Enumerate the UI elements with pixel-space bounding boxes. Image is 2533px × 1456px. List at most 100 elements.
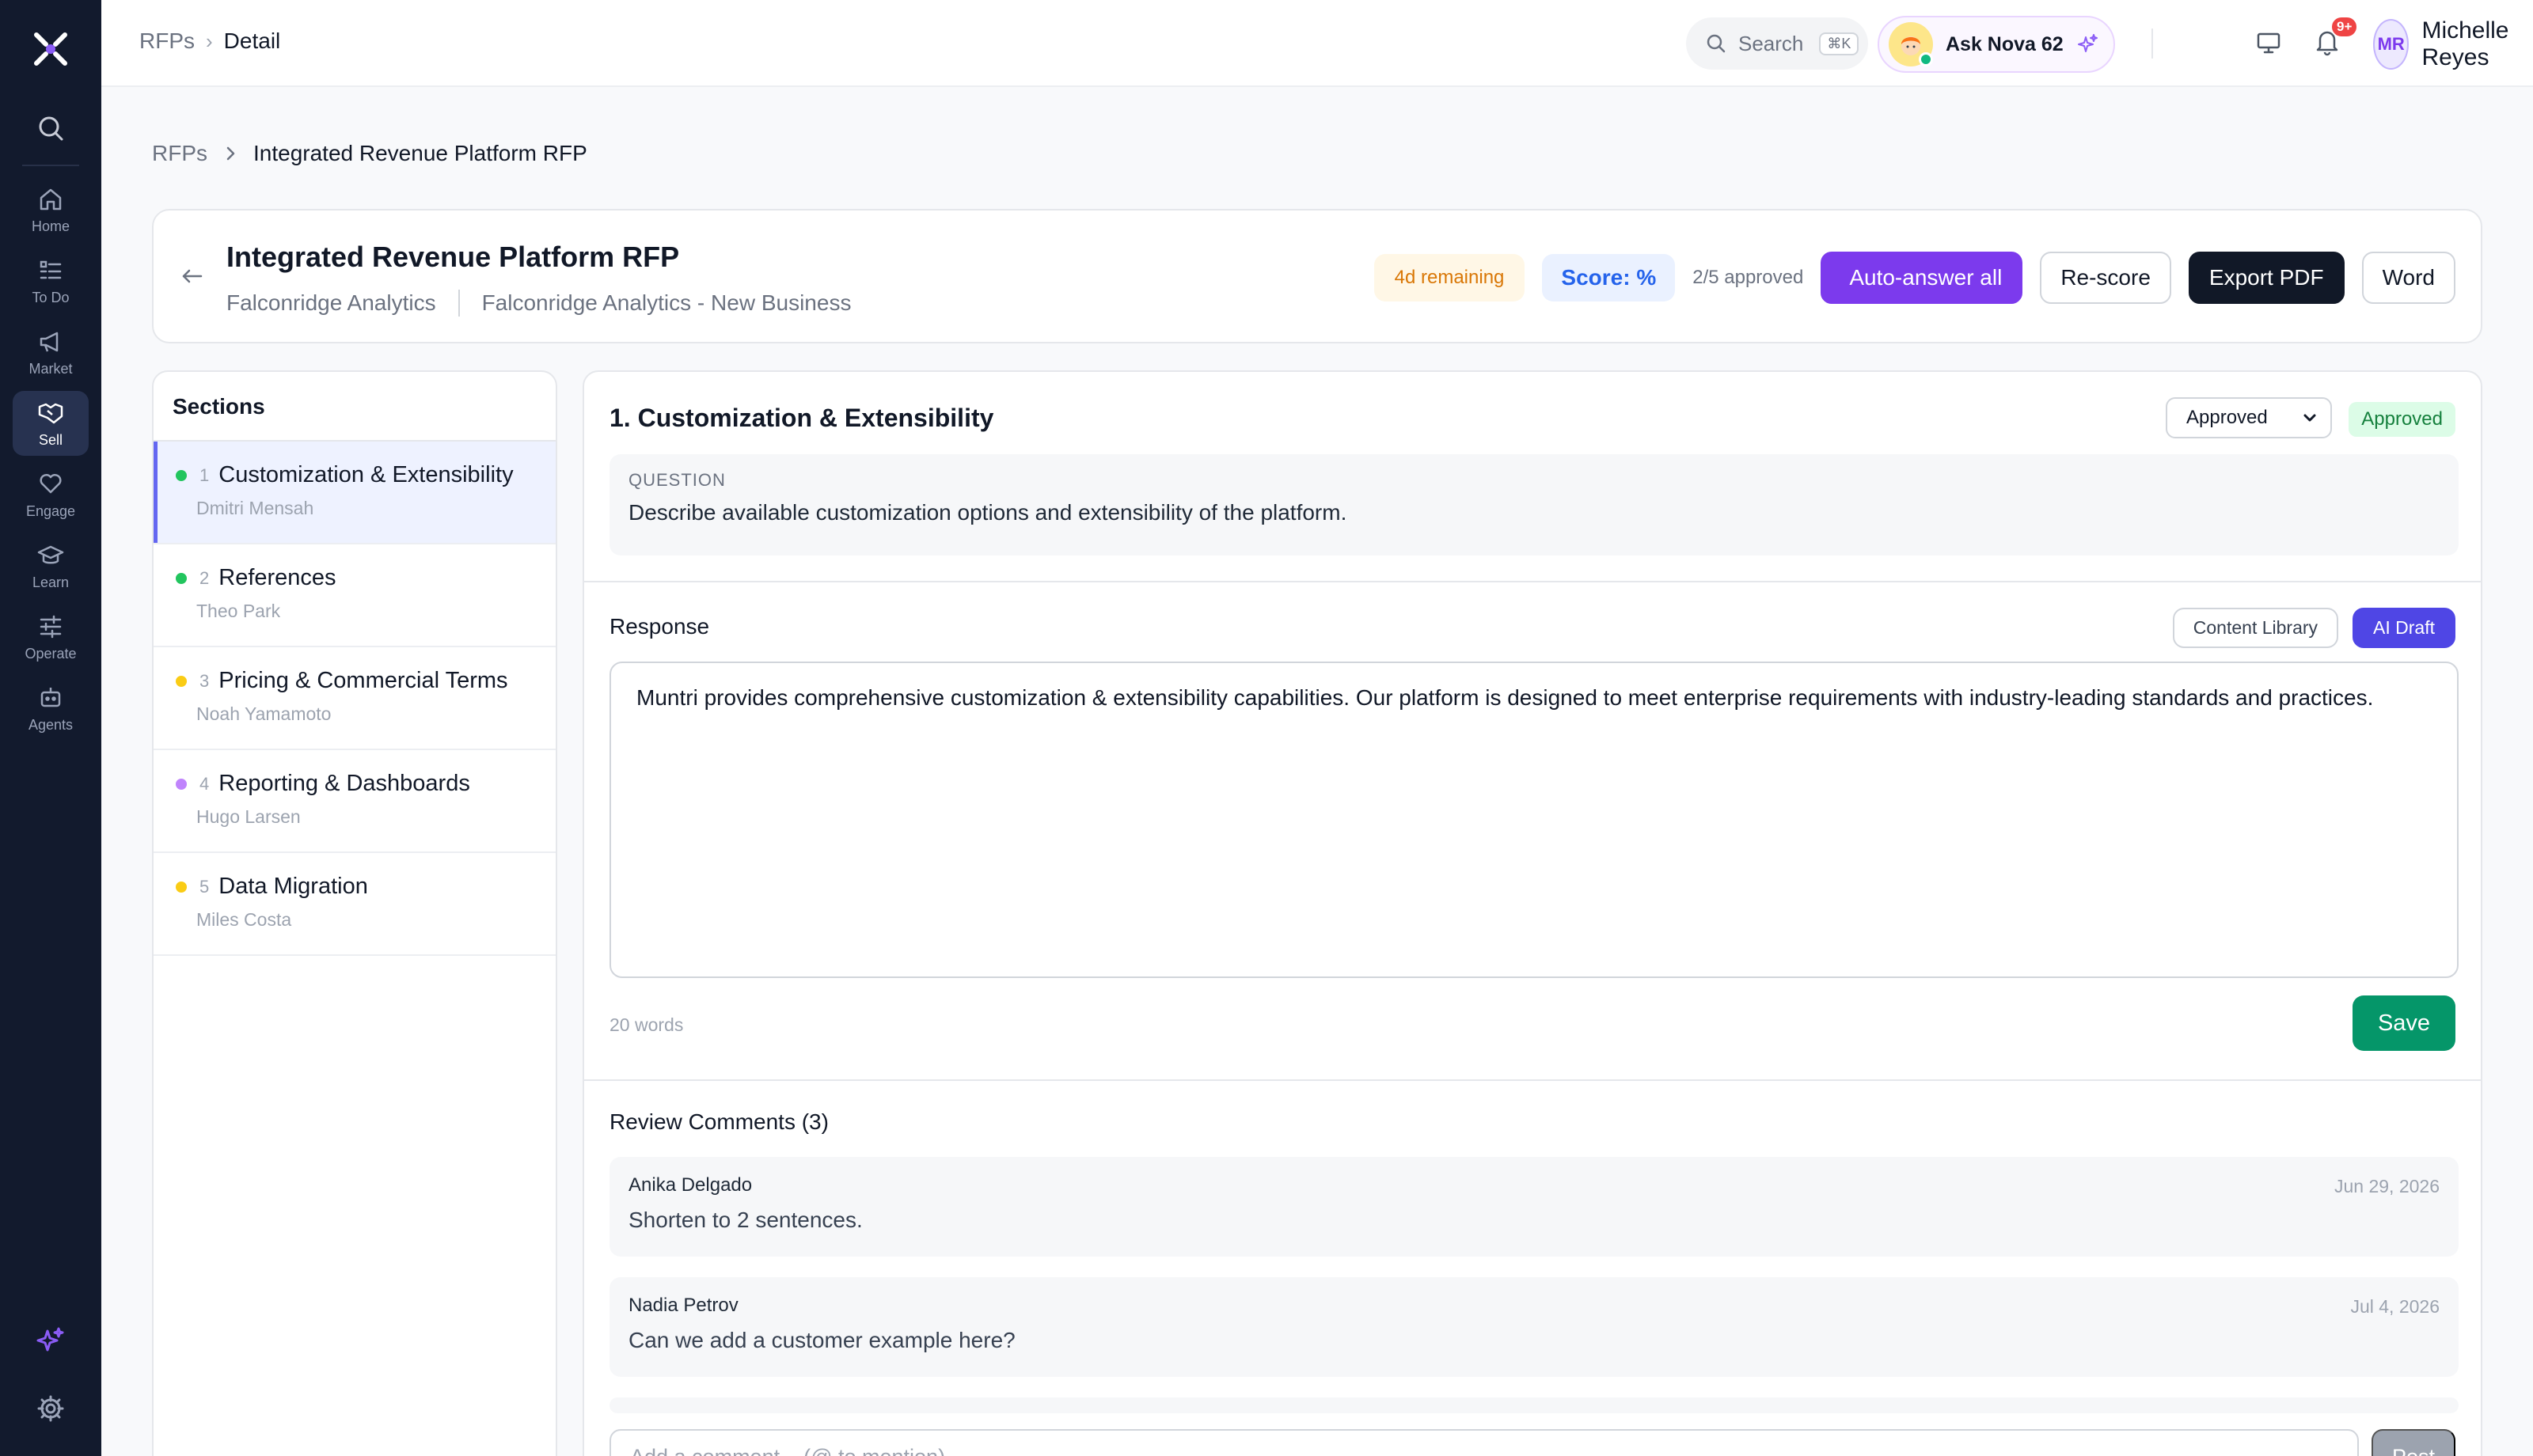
section-name: Data Migration [218,874,368,899]
section-detail-panel: 1. Customization & Extensibility Approve… [583,370,2482,1456]
chevron-right-icon: › [206,28,213,53]
sidebar-item-label: Home [31,218,70,234]
sidebar-bottom [35,1325,66,1424]
section-name: Reporting & Dashboards [218,771,470,796]
breadcrumb-parent[interactable]: RFPs [152,141,207,166]
sidebar-item-label: Agents [28,716,74,733]
sidebar-item-agents[interactable]: Agents [13,676,89,741]
rfp-header-card: Integrated Revenue Platform RFP Falconri… [152,209,2482,343]
opportunity-name[interactable]: Falconridge Analytics - New Business [482,290,852,316]
sidebar-item-operate[interactable]: Operate [13,605,89,669]
home-icon [40,188,62,210]
rescore-button[interactable]: Re-score [2040,252,2171,304]
section-status-dot [176,881,187,893]
comment-input[interactable]: Add a comment... (@ to mention) [610,1429,2359,1456]
section-status-dot [176,469,187,481]
sidebar-item-label: Operate [25,645,77,662]
auto-answer-all-button[interactable]: Auto-answer all [1821,252,2023,304]
sidebar-nav: Home To Do Market Sell Engage Learn Oper… [13,177,89,747]
question-text: Describe available customization options… [629,500,1347,525]
assistant-avatar [1889,22,1933,66]
sliders-icon [40,615,62,638]
divider [584,1079,2481,1081]
section-item[interactable]: 4 Reporting & Dashboards Hugo Larsen [154,750,556,853]
comment-author: Anika Delgado [629,1174,753,1196]
breadcrumb-current: Integrated Revenue Platform RFP [253,141,587,165]
subtitle-divider [458,290,460,317]
ask-nova-label: Ask Nova 62 [1946,32,2064,55]
section-item[interactable]: 2 References Theo Park [154,544,556,647]
breadcrumb-parent[interactable]: RFPs [139,28,195,54]
word-count: 20 words [610,1014,684,1035]
gear-icon[interactable] [35,1393,66,1424]
section-owner: Hugo Larsen [196,806,301,827]
section-line: 4 Reporting & Dashboards [176,771,537,797]
avatar: MR [2373,19,2410,70]
question-label: QUESTION [629,470,726,490]
section-line: 3 Pricing & Commercial Terms [176,668,537,694]
comment-text: Can we add a customer example here? [629,1328,1016,1352]
sections-title: Sections [154,372,556,442]
list-icon [40,260,62,279]
auto-answer-all-label: Auto-answer all [1849,265,2003,290]
sidebar-item-learn[interactable]: Learn [13,533,89,598]
sparkles-icon [2077,34,2098,52]
section-title: 1. Customization & Extensibility [610,404,994,432]
rfp-subtitle: Falconridge Analytics Falconridge Analyt… [226,290,851,317]
export-word-button[interactable]: Word [2361,252,2455,304]
robot-icon [40,687,61,707]
sidebar-item-sell[interactable]: Sell [13,391,89,456]
comment-author: Nadia Petrov [629,1295,739,1316]
graduation-cap-icon [37,545,64,563]
comment-item: Nadia Petrov Jul 4, 2026 Can we add a cu… [610,1277,2459,1377]
search-icon[interactable] [35,112,66,144]
user-menu[interactable]: MR Michelle Reyes [2373,17,2533,71]
header-actions: 4d remaining Score: % 2/5 approved Auto-… [1373,252,2455,304]
comment-item-partial [610,1397,2459,1413]
score-badge: Score: % [1542,254,1676,301]
response-textarea[interactable]: Muntri provides comprehensive customizat… [610,662,2459,978]
user-name: Michelle Reyes [2421,17,2509,70]
sidebar-item-todo[interactable]: To Do [13,248,89,313]
section-item[interactable]: 5 Data Migration Miles Costa [154,853,556,956]
sections-list: 1 Customization & Extensibility Dmitri Men… [154,442,556,956]
sidebar-item-market[interactable]: Market [13,320,89,385]
section-owner: Theo Park [196,601,281,621]
sidebar-item-label: To Do [32,289,70,305]
section-name: Pricing & Commercial Terms [218,668,508,693]
section-name: Customization & Extensibility [218,462,514,487]
section-item[interactable]: 1 Customization & Extensibility Dmitri Men… [154,442,556,544]
tab-content-library[interactable]: Content Library [2172,608,2339,648]
search-icon [1707,34,1726,53]
page-breadcrumb: RFPs Integrated Revenue Platform RFP [152,141,587,166]
company-name[interactable]: Falconridge Analytics [226,290,436,316]
breadcrumb: RFPs › Detail [139,28,280,54]
export-pdf-button[interactable]: Export PDF [2188,252,2345,304]
comment-date: Jun 29, 2026 [2334,1176,2440,1196]
section-status-dot [176,572,187,584]
sidebar-item-label: Learn [32,574,70,590]
page-title: Integrated Revenue Platform RFP [226,241,680,273]
tab-ai-draft[interactable]: AI Draft [2353,608,2455,648]
section-item[interactable]: 3 Pricing & Commercial Terms Noah Yamamoto [154,647,556,750]
sidebar-item-engage[interactable]: Engage [13,462,89,527]
monitor-icon[interactable] [2254,28,2283,57]
sidebar-item-home[interactable]: Home [13,177,89,242]
comment-item: Anika Delgado Jun 29, 2026 Shorten to 2 … [610,1157,2459,1257]
section-number: 4 [199,773,210,794]
section-number: 2 [199,567,210,588]
ask-nova-button[interactable]: Ask Nova 62 [1878,16,2115,73]
section-number: 3 [199,670,210,691]
section-line: 1 Customization & Extensibility [176,462,537,488]
back-arrow-icon[interactable] [177,261,207,291]
save-button[interactable]: Save [2353,995,2455,1051]
section-name: References [218,565,336,590]
sparkles-icon[interactable] [35,1325,66,1356]
logo-icon[interactable] [28,27,73,71]
section-owner: Noah Yamamoto [196,703,332,724]
global-search[interactable]: Search ⌘K [1686,17,1868,70]
comment-date: Jul 4, 2026 [2350,1296,2440,1317]
chevron-down-icon [2303,414,2316,422]
status-select[interactable]: Approved [2166,397,2332,438]
post-comment-button[interactable]: Post [2372,1429,2455,1456]
